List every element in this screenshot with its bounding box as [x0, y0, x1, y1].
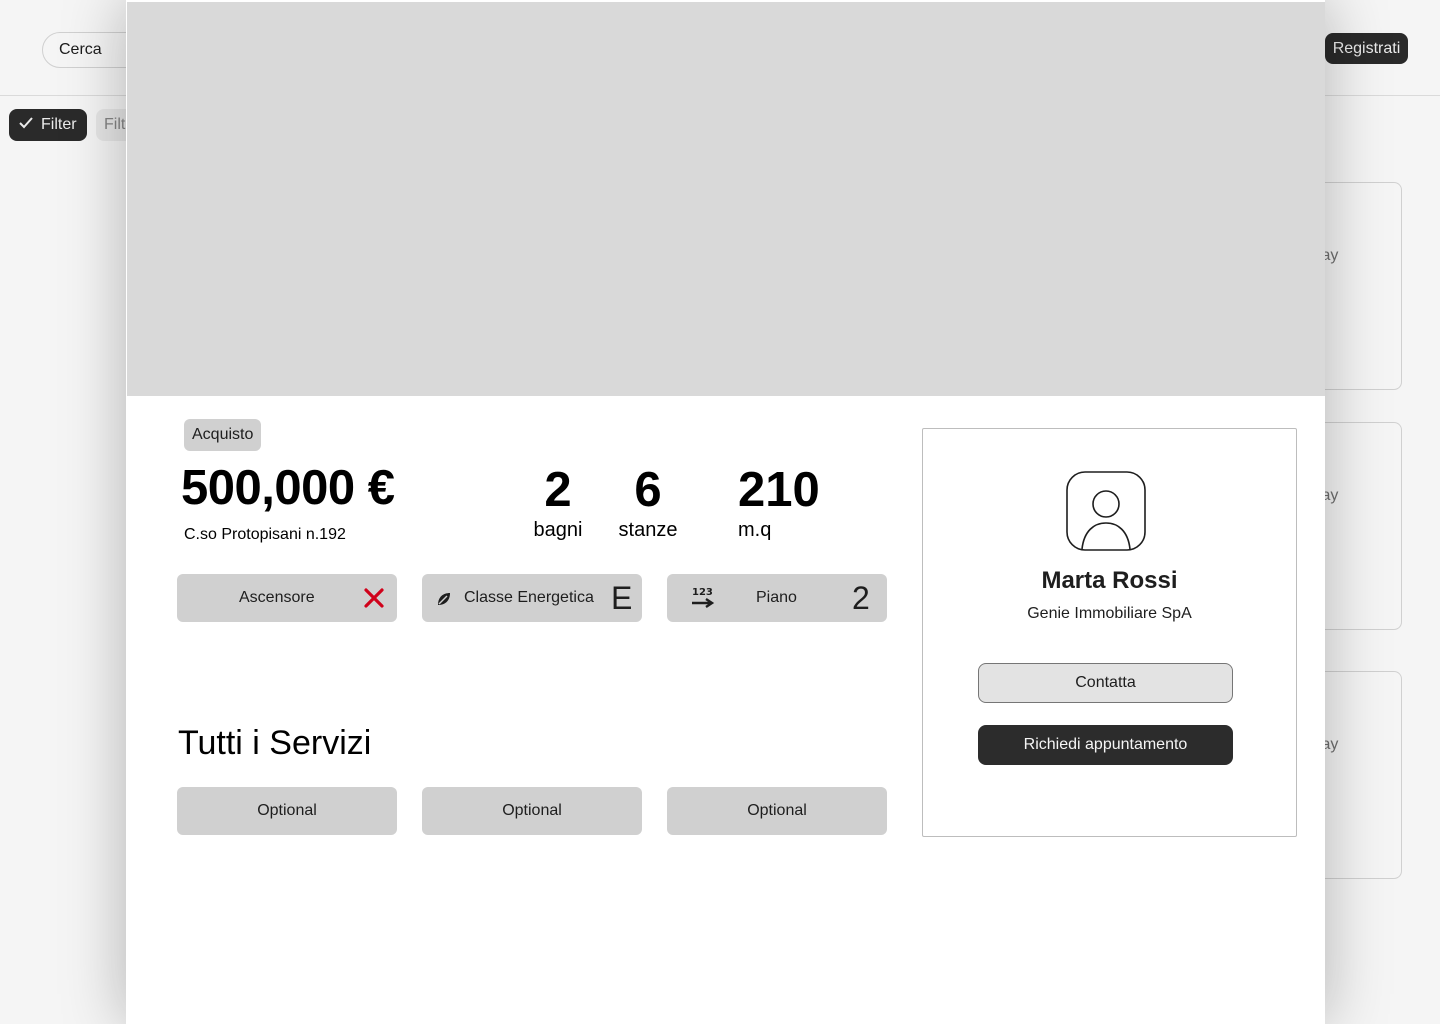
- feature-label: Ascensore: [239, 589, 315, 606]
- request-appointment-button[interactable]: Richiedi appuntamento: [978, 725, 1233, 765]
- contact-button[interactable]: Contatta: [978, 663, 1233, 703]
- stat-rooms: 6 stanze: [613, 462, 683, 542]
- service-optional: Optional: [177, 787, 397, 835]
- agent-company: Genie Immobiliare SpA: [1027, 605, 1192, 622]
- feature-label: Piano: [756, 589, 797, 606]
- numbers-arrow-icon: 123: [691, 585, 717, 616]
- feature-value: E: [611, 580, 633, 616]
- stat-value: 2: [544, 463, 572, 517]
- stat-value: 210: [738, 463, 820, 517]
- listing-price: 500,000 €: [181, 461, 395, 515]
- listing-type-tag: Acquisto: [184, 419, 262, 451]
- services-title: Tutti i Servizi: [178, 724, 372, 762]
- stat-label: stanze: [618, 519, 678, 541]
- feature-floor: 123 Piano 2: [667, 574, 887, 622]
- stat-area: 210 m.q: [738, 462, 828, 542]
- stat-bathrooms: 2 bagni: [528, 462, 588, 542]
- stat-label: m.q: [738, 519, 772, 541]
- x-icon: [363, 587, 385, 614]
- feature-value: 2: [852, 580, 870, 616]
- feature-label: Classe Energetica: [464, 589, 594, 606]
- svg-text:123: 123: [692, 587, 713, 598]
- listing-address: C.so Protopisani n.192: [184, 526, 346, 543]
- stat-label: bagni: [533, 519, 583, 541]
- user-icon: [1066, 471, 1146, 551]
- service-optional: Optional: [667, 787, 887, 835]
- leaf-icon: [436, 591, 452, 612]
- property-image-placeholder: [127, 2, 1325, 396]
- agent-name: Marta Rossi: [1041, 567, 1178, 594]
- stat-value: 6: [634, 463, 662, 517]
- feature-energy-class: Classe Energetica E: [422, 574, 642, 622]
- service-optional: Optional: [422, 787, 642, 835]
- feature-elevator: Ascensore: [177, 574, 397, 622]
- agent-card: Marta Rossi Genie Immobiliare SpA Contat…: [922, 428, 1297, 837]
- listing-detail-modal: Acquisto 500,000 € C.so Protopisani n.19…: [126, 0, 1325, 1024]
